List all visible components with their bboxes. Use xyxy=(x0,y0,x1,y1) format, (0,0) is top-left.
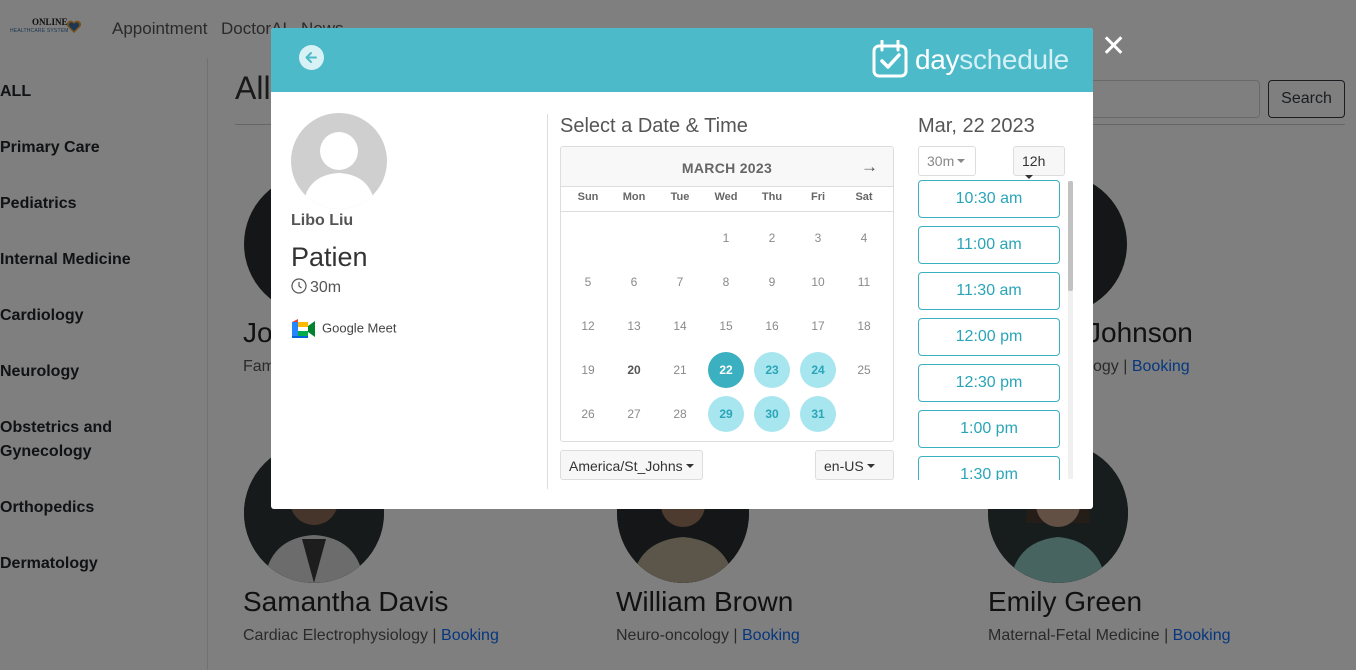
calendar-header: MARCH 2023 → xyxy=(561,147,893,187)
calendar-day: 19 xyxy=(581,363,595,377)
time-slot-button[interactable]: 11:00 am xyxy=(918,226,1060,264)
calendar-day: 21 xyxy=(673,363,687,377)
arrow-right-icon[interactable]: → xyxy=(861,157,878,177)
weekday-label: Sat xyxy=(855,191,873,203)
calendar-day: 6 xyxy=(630,275,638,289)
calendar-day[interactable]: 31 xyxy=(800,396,836,432)
time-format-select[interactable]: 12h xyxy=(1013,146,1065,179)
locale-value: en-US xyxy=(824,458,864,474)
time-slot-button[interactable]: 12:30 pm xyxy=(918,364,1060,402)
timezone-value: America/St_Johns xyxy=(569,458,683,474)
calendar-day: 7 xyxy=(676,275,684,289)
calendar-day: 12 xyxy=(581,319,595,333)
weekday-label: Thu xyxy=(761,191,783,203)
calendar-day: 26 xyxy=(581,407,595,421)
location-text: Google Meet xyxy=(322,320,397,336)
calendar-day: 25 xyxy=(857,363,871,377)
calendar-day[interactable]: 24 xyxy=(800,352,836,388)
caret-down-icon xyxy=(866,464,875,468)
caret-down-icon xyxy=(1025,175,1033,179)
avatar xyxy=(291,113,387,209)
close-icon[interactable]: ✕ xyxy=(1101,32,1126,62)
calendar-day[interactable]: 22 xyxy=(708,352,744,388)
caret-down-icon xyxy=(685,464,694,468)
calendar-day[interactable]: 23 xyxy=(754,352,790,388)
brand-primary: day xyxy=(915,44,960,75)
calendar-day: 16 xyxy=(765,319,779,333)
calendar-day: 13 xyxy=(627,319,641,333)
time-slot-list[interactable]: 10:30 am 11:00 am 11:30 am 12:00 pm 12:3… xyxy=(918,180,1074,480)
arrow-left-icon xyxy=(305,52,317,63)
google-meet-icon xyxy=(292,319,315,338)
calendar-day[interactable]: 30 xyxy=(754,396,790,432)
month-calendar: MARCH 2023 → Sun Mon Tue Wed Thu Fri Sat… xyxy=(560,146,894,442)
calendar-day: 11 xyxy=(857,275,871,289)
calendar-day: 4 xyxy=(860,231,868,245)
select-date-title: Select a Date & Time xyxy=(560,115,748,137)
calendar-day: 27 xyxy=(627,407,641,421)
calendar-day: 14 xyxy=(673,319,687,333)
calendar-day: 28 xyxy=(673,407,687,421)
calendar-day: 5 xyxy=(584,275,592,289)
timezone-select[interactable]: America/St_Johns xyxy=(560,450,703,480)
duration-select[interactable]: 30m xyxy=(918,146,976,176)
weekday-label: Sun xyxy=(577,191,599,203)
caret-down-icon xyxy=(957,159,966,163)
panel-divider xyxy=(547,114,548,489)
duration-text: 30m xyxy=(310,279,342,296)
clock-icon xyxy=(291,278,307,294)
weekday-label: Tue xyxy=(670,191,690,203)
weekday-label: Fri xyxy=(810,191,826,203)
calendar-day: 17 xyxy=(811,319,825,333)
duration-option: 30m xyxy=(927,153,955,169)
calendar-day: 1 xyxy=(722,231,730,245)
locale-select[interactable]: en-US xyxy=(815,450,894,480)
calendar-day: 20 xyxy=(627,363,641,377)
calendar-day[interactable]: 29 xyxy=(708,396,744,432)
brand-secondary: schedule xyxy=(959,44,1069,75)
selected-date-label: Mar, 22 2023 xyxy=(918,115,1035,137)
time-slot-button[interactable]: 1:30 pm xyxy=(918,456,1060,480)
back-button[interactable] xyxy=(299,45,324,70)
time-format-value: 12h xyxy=(1022,153,1046,169)
calendar-day: 2 xyxy=(768,231,776,245)
time-slot-button[interactable]: 1:00 pm xyxy=(918,410,1060,448)
user-placeholder-icon xyxy=(303,132,375,209)
modal-header: dayschedule xyxy=(271,28,1093,92)
calendar-day: 8 xyxy=(722,275,730,289)
slot-scrollbar-thumb[interactable] xyxy=(1068,181,1073,291)
calendar-month-label: MARCH 2023 xyxy=(681,160,773,176)
event-name: Patien xyxy=(291,242,368,272)
calendar-day: 3 xyxy=(814,231,822,245)
event-duration: 30m xyxy=(291,278,341,297)
brand-name: dayschedule xyxy=(915,44,1069,76)
calendar-day: 9 xyxy=(768,275,776,289)
calendar-day: 10 xyxy=(811,275,825,289)
weekday-label: Mon xyxy=(622,191,646,203)
weekday-divider xyxy=(561,211,893,212)
time-slot-button[interactable]: 10:30 am xyxy=(918,180,1060,218)
time-slot-button[interactable]: 11:30 am xyxy=(918,272,1060,310)
calendar-day: 15 xyxy=(719,319,733,333)
calendar-day: 18 xyxy=(857,319,871,333)
meeting-location: Google Meet xyxy=(292,319,396,339)
time-slot-button[interactable]: 12:00 pm xyxy=(918,318,1060,356)
booking-modal: dayschedule Libo Liu Patien 30m Google M… xyxy=(271,28,1093,509)
dayschedule-logo: dayschedule xyxy=(872,39,1069,78)
calendar-check-icon xyxy=(872,39,908,78)
host-name: Libo Liu xyxy=(291,212,354,229)
weekday-label: Wed xyxy=(714,191,738,203)
